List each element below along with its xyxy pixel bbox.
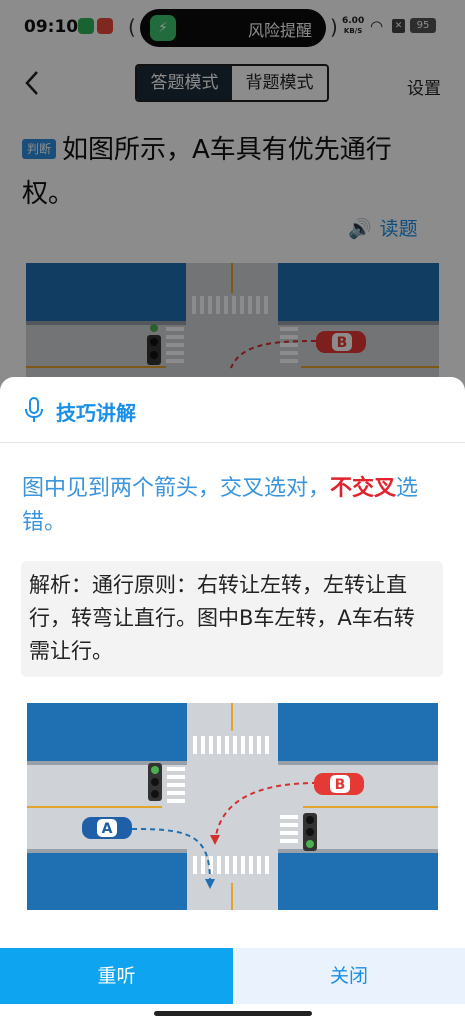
home-indicator[interactable] bbox=[154, 1011, 312, 1016]
action-bar: 重听 关闭 bbox=[0, 948, 465, 1004]
relisten-button[interactable]: 重听 bbox=[0, 948, 233, 1004]
sheet-header: 技巧讲解 bbox=[0, 377, 465, 443]
analysis-box: 解析：通行原则：右转让左转，左转让直行，转弯让直行。图中B车左转，A车右转需让行… bbox=[21, 561, 443, 677]
tip-bottom-sheet: 技巧讲解 图中见到两个箭头，交叉选对，不交叉选错。 解析：通行原则：右转让左转，… bbox=[0, 377, 465, 1024]
car-a-label: A bbox=[102, 821, 113, 837]
car-b-label: B bbox=[335, 777, 346, 793]
tip-part-1: 图中见到两个箭头，交叉选对， bbox=[22, 476, 331, 501]
tip-text: 图中见到两个箭头，交叉选对，不交叉选错。 bbox=[22, 472, 442, 540]
sheet-title: 技巧讲解 bbox=[56, 401, 136, 425]
tip-highlight: 不交叉 bbox=[330, 476, 397, 501]
microphone-icon bbox=[25, 397, 43, 422]
close-button[interactable]: 关闭 bbox=[233, 948, 465, 1004]
explanation-diagram: B A bbox=[27, 703, 438, 910]
